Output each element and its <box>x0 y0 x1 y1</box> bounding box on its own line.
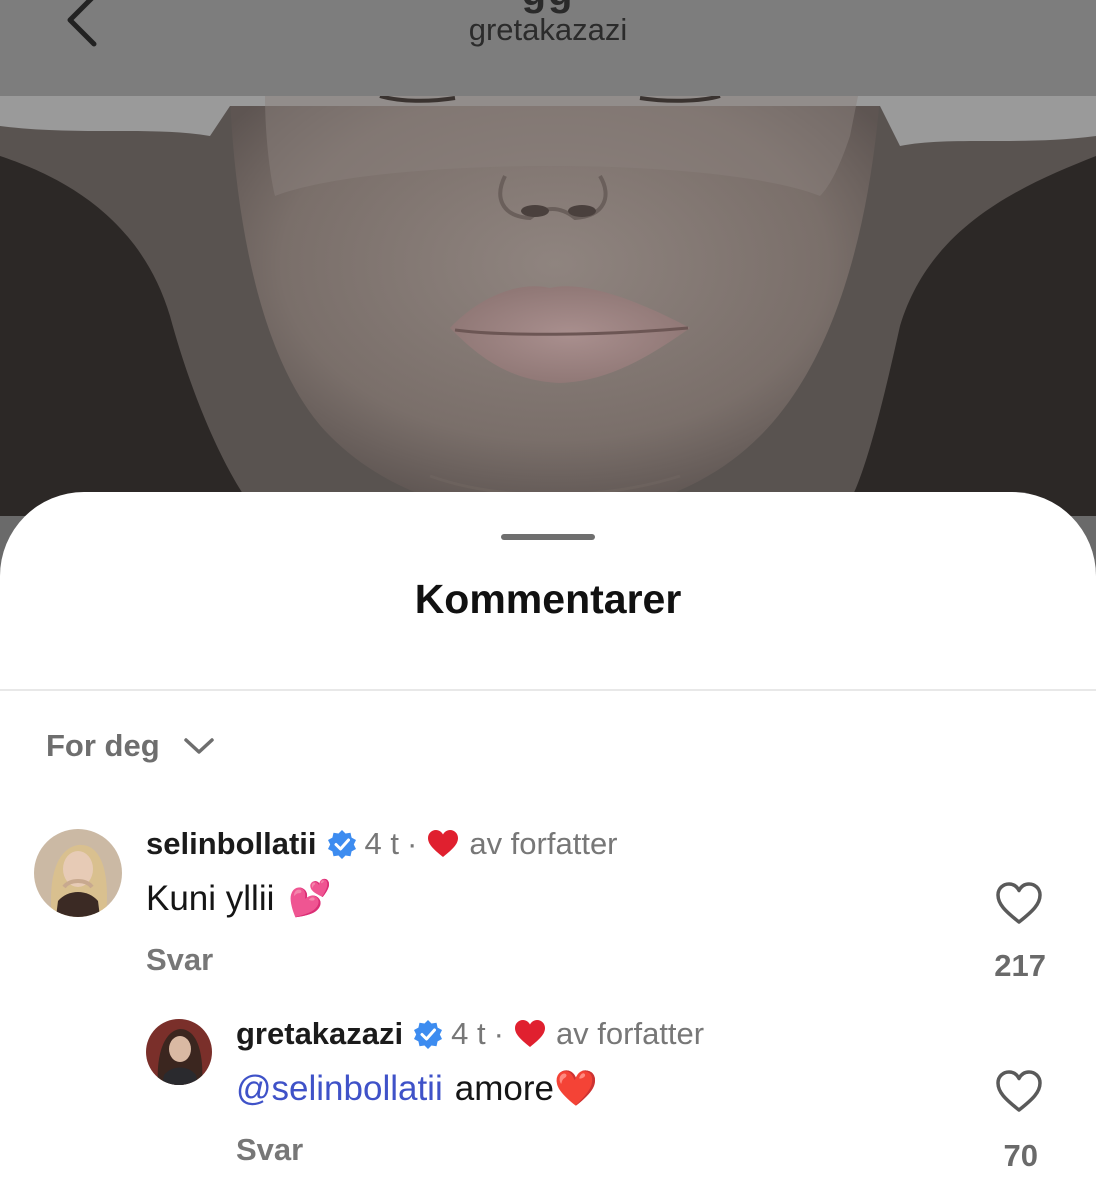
comment-body: Kuni yllii <box>146 878 275 918</box>
reply-meta: gretakazazi 4 t · av forfatter <box>236 1016 704 1052</box>
comments-sheet: Kommentarer For deg selinbollatii 4 t · … <box>0 492 1096 1200</box>
comment-meta: selinbollatii 4 t · av forfatter <box>146 826 618 862</box>
heart-outline-icon[interactable] <box>994 1068 1044 1114</box>
avatar[interactable] <box>34 829 122 917</box>
screen: gg gretakazazi <box>0 0 1096 1200</box>
heart-icon <box>514 1020 545 1047</box>
heart-outline-icon[interactable] <box>994 880 1044 926</box>
meta-separator: · <box>407 826 418 861</box>
reply-time: 4 t <box>451 1016 486 1051</box>
reply-button[interactable]: Svar <box>146 942 213 978</box>
like-count: 217 <box>994 948 1046 983</box>
author-like-label: av forfatter <box>469 826 618 861</box>
header-username[interactable]: gretakazazi <box>0 12 1096 48</box>
sort-label: For deg <box>46 728 160 763</box>
sheet-grabber[interactable] <box>501 534 595 540</box>
verified-badge-icon <box>414 1020 443 1049</box>
sort-dropdown[interactable]: For deg <box>46 728 216 764</box>
chevron-down-icon <box>183 738 214 754</box>
comment-item: selinbollatii 4 t · av forfatter Kuni yl… <box>0 822 1096 992</box>
reply-username[interactable]: gretakazazi <box>236 1016 403 1052</box>
comment-emoji: 💕 <box>288 879 332 918</box>
mention-link[interactable]: @selinbollatii <box>236 1069 443 1109</box>
like-count: 70 <box>1003 1138 1038 1173</box>
post-photo-image <box>0 96 1096 516</box>
comment-time: 4 t <box>364 826 399 861</box>
reply-button[interactable]: Svar <box>236 1132 303 1168</box>
sheet-title: Kommentarer <box>414 576 682 622</box>
heart-icon <box>428 830 459 857</box>
reply-item: gretakazazi 4 t · av forfatter @selinbol… <box>0 1012 1096 1182</box>
verified-badge-icon <box>327 830 356 859</box>
post-photo <box>0 96 1096 516</box>
divider <box>0 689 1096 691</box>
reply-text: @selinbollatii amore ❤️ <box>236 1068 598 1109</box>
comment-username[interactable]: selinbollatii <box>146 826 317 862</box>
top-header: gg gretakazazi <box>0 0 1096 96</box>
author-like-label: av forfatter <box>555 1016 705 1051</box>
reply-emoji: ❤️ <box>553 1069 598 1108</box>
meta-separator: · <box>493 1016 504 1051</box>
comment-text: Kuni yllii 💕 <box>146 878 332 919</box>
reply-body: amore <box>454 1068 554 1108</box>
avatar[interactable] <box>146 1019 212 1085</box>
